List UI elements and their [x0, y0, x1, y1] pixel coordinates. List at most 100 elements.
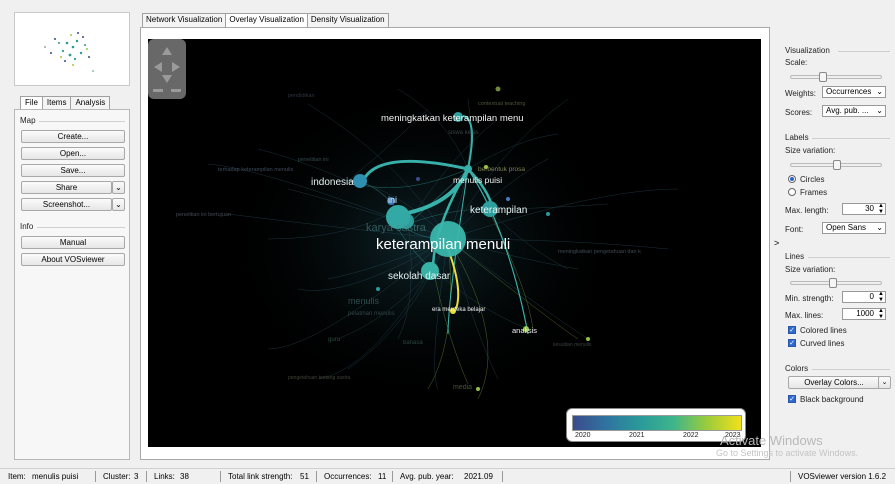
label-kesulitan-menulis[interactable]: kesulitan menulis [553, 342, 592, 348]
tab-analysis[interactable]: Analysis [70, 96, 111, 109]
colors-group-label: Colors [785, 364, 809, 373]
manual-button[interactable]: Manual [21, 236, 125, 249]
share-label: Share [55, 183, 78, 192]
label-terhadap-keterampilan-menulis[interactable]: terhadap keterampilan menulis [218, 167, 293, 173]
open-button[interactable]: Open... [21, 147, 125, 160]
lines-group-label: Lines [785, 252, 805, 261]
map-canvas[interactable]: keterampilan menuli keterampilan meningk… [148, 39, 761, 447]
label-pendidikan[interactable]: pendidikan [288, 93, 315, 99]
screenshot-button[interactable]: Screenshot... [21, 198, 112, 211]
legend-year-2020: 2020 [575, 432, 591, 439]
weights-select[interactable]: Occurrences ⌄ [822, 86, 886, 98]
label-siswa-kelas[interactable]: siswa kelas [448, 130, 479, 136]
label-guru[interactable]: guru [328, 337, 340, 343]
node-menulis-puisi[interactable] [464, 165, 472, 173]
spinner-arrows-icon[interactable]: ▲ ▼ [878, 203, 884, 215]
chevron-down-icon: ⌄ [115, 200, 122, 209]
label-indonesia[interactable]: indonesia [311, 177, 354, 188]
labels-size-variation-slider[interactable] [790, 160, 882, 170]
label-meningkatkan-pengetahuan[interactable]: meningkatkan pengetahuan dan k [558, 249, 641, 255]
label-berbentuk-prosa[interactable]: berbentuk prosa [478, 166, 525, 173]
screenshot-dropdown-button[interactable]: ⌄ [112, 198, 125, 211]
share-dropdown-button[interactable]: ⌄ [112, 181, 125, 194]
share-button[interactable]: Share [21, 181, 112, 194]
max-length-spinner[interactable]: 30 ▲ ▼ [842, 203, 886, 215]
zoom-out-icon[interactable] [153, 89, 163, 92]
status-item-value: menulis puisi [32, 472, 79, 481]
label-keterampilan[interactable]: keterampilan [470, 205, 527, 216]
divider [39, 121, 125, 122]
divider [808, 257, 890, 258]
map-overview-thumbnail[interactable] [14, 12, 130, 86]
label-sekolah-dasar[interactable]: sekolah dasar [388, 271, 451, 282]
label-analisis[interactable]: analisis [512, 326, 537, 335]
map-group-label: Map [20, 116, 36, 125]
spinner-arrows-icon[interactable]: ▲ ▼ [878, 308, 884, 320]
lines-size-variation-slider[interactable] [790, 278, 882, 288]
tab-items[interactable]: Items [41, 96, 72, 109]
node-indonesia[interactable] [353, 174, 367, 188]
max-length-value: 30 [865, 204, 874, 213]
tab-network-visualization[interactable]: Network Visualization [142, 13, 227, 27]
max-lines-spinner[interactable]: 1000 ▲ ▼ [842, 308, 886, 320]
scores-select[interactable]: Avg. pub. ... ⌄ [822, 105, 886, 117]
slider-knob[interactable] [833, 160, 841, 170]
node[interactable] [586, 337, 590, 341]
slider-knob[interactable] [819, 72, 827, 82]
visualization-group-label: Visualization [785, 46, 830, 55]
status-cluster-value: 3 [134, 472, 139, 481]
divider [220, 471, 221, 482]
max-lines-label: Max. lines: [785, 311, 824, 320]
frames-label: Frames [800, 188, 828, 197]
tab-density-visualization[interactable]: Density Visualization [306, 13, 389, 27]
min-strength-spinner[interactable]: 0 ▲ ▼ [842, 291, 886, 303]
label-pelatihan-menulis[interactable]: pelatihan menulis [348, 311, 395, 317]
label-penelitian-ini[interactable]: penelitian ini [298, 157, 329, 163]
node[interactable] [506, 197, 510, 201]
label-karya-sastra[interactable]: karya sastra [366, 222, 427, 234]
tab-overlay-visualization[interactable]: Overlay Visualization [225, 13, 308, 28]
spinner-arrows-icon[interactable]: ▲ ▼ [878, 291, 884, 303]
collapse-panel-icon[interactable]: > [774, 238, 779, 248]
zoom-in-icon[interactable] [171, 89, 181, 92]
circles-radio[interactable] [788, 175, 796, 183]
chevron-down-icon: ⌄ [881, 379, 888, 386]
label-contextual-teaching[interactable]: contextual teaching [478, 101, 525, 107]
label-meningkatkan-keterampilan-menu[interactable]: meningkatkan keterampilan menu [381, 113, 524, 124]
label-bahasa[interactable]: bahasa [403, 340, 423, 346]
label-pengetahuan-tentang-sastra[interactable]: pengetahuan tentang sastra [288, 375, 350, 381]
chevron-down-icon: ⌄ [876, 106, 883, 115]
file-tab-panel: Map Create... Open... Save... Share ⌄ Sc… [14, 109, 130, 460]
label-menulis[interactable]: menulis [348, 296, 380, 306]
label-media[interactable]: media [453, 384, 472, 391]
node[interactable] [476, 387, 480, 391]
min-strength-value: 0 [869, 292, 874, 301]
about-vosviewer-button[interactable]: About VOSviewer [21, 253, 125, 266]
label-keterampilan-menuli[interactable]: keterampilan menuli [376, 236, 510, 253]
label-ini[interactable]: ini [388, 195, 397, 205]
label-era-merdeka-belajar[interactable]: era merdeka belajar [432, 307, 485, 313]
node[interactable] [546, 212, 550, 216]
node[interactable] [495, 86, 501, 92]
overlay-colors-dropdown[interactable]: ⌄ [878, 376, 891, 389]
tab-file[interactable]: File [20, 96, 43, 110]
label-menulis-puisi[interactable]: menulis puisi [453, 175, 502, 185]
zoom-pan-control[interactable] [148, 39, 186, 99]
overlay-colors-button[interactable]: Overlay Colors... [788, 376, 880, 389]
node[interactable] [376, 287, 380, 291]
version-label: VOSviewer version 1.6.2 [798, 472, 887, 481]
divider [95, 471, 96, 482]
scale-slider[interactable] [790, 72, 882, 82]
chevron-down-icon: ⌄ [876, 87, 883, 96]
colored-lines-checkbox[interactable]: ✓ [788, 326, 796, 334]
create-button[interactable]: Create... [21, 130, 125, 143]
save-button[interactable]: Save... [21, 164, 125, 177]
curved-lines-checkbox[interactable]: ✓ [788, 339, 796, 347]
font-select[interactable]: Open Sans ⌄ [822, 222, 886, 234]
slider-knob[interactable] [829, 278, 837, 288]
node[interactable] [416, 177, 420, 181]
label-penelitian-ini-bertujuan[interactable]: penelitian ini bertujuan [176, 212, 231, 218]
frames-radio[interactable] [788, 188, 796, 196]
black-background-checkbox[interactable]: ✓ [788, 395, 796, 403]
chevron-down-icon: ⌄ [876, 223, 883, 232]
